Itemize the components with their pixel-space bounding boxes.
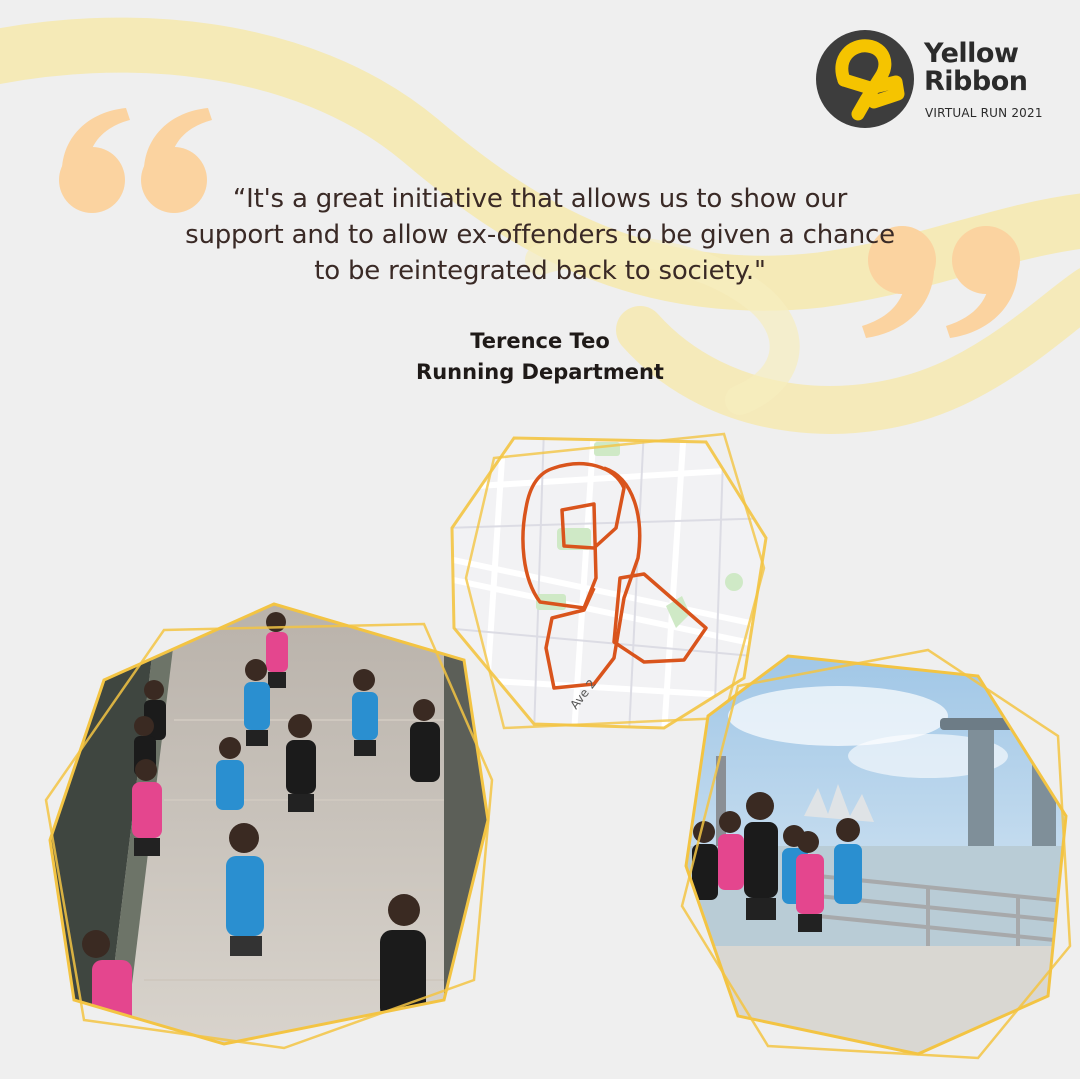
logo-subtitle: VIRTUAL RUN 2021 xyxy=(925,106,1043,120)
logo-wordmark: Yellow Ribbon xyxy=(924,40,1054,96)
logo-name-line1: Yellow xyxy=(924,38,1019,69)
quote-line-3: to be reintegrated back to society." xyxy=(314,256,766,286)
testimonial-quote: “It's a great initiative that allows us … xyxy=(100,181,980,289)
quote-line-1: “It's a great initiative that allows us … xyxy=(232,184,848,214)
quote-attribution: Terence Teo Running Department xyxy=(290,326,790,388)
group-run-photo xyxy=(44,600,496,1050)
ribbon-badge-icon xyxy=(816,30,914,128)
logo-name-line2: Ribbon xyxy=(924,66,1028,97)
author-name: Terence Teo xyxy=(470,329,610,353)
quote-line-2: support and to allow ex-offenders to be … xyxy=(185,220,895,250)
author-organization: Running Department xyxy=(416,360,664,384)
yellow-ribbon-logo: Yellow Ribbon VIRTUAL RUN 2021 xyxy=(814,28,1054,132)
waterfront-run-photo xyxy=(678,646,1074,1062)
